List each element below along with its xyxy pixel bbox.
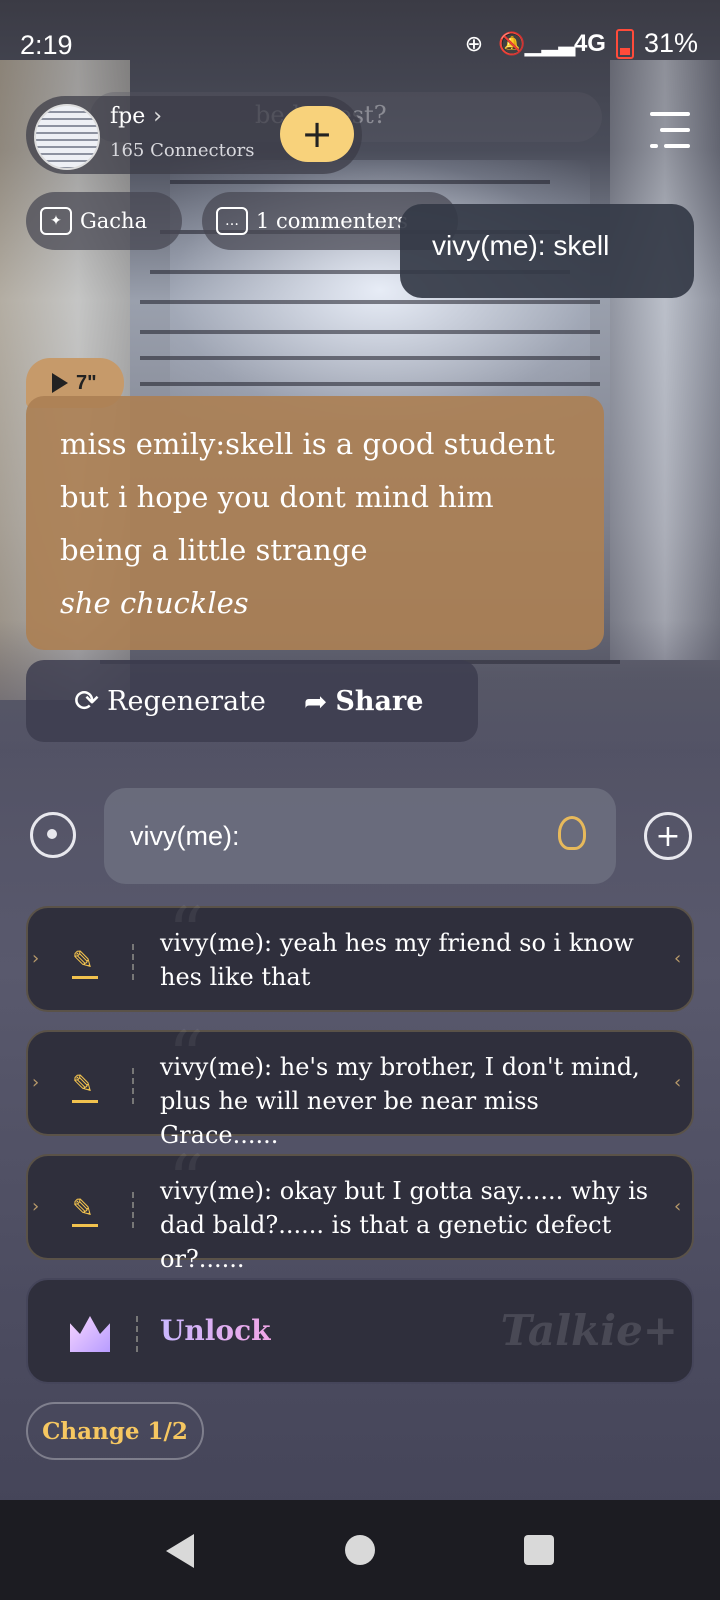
message-input-value: vivy(me): <box>130 821 240 851</box>
change-button[interactable]: Change 1/2 <box>26 1402 204 1460</box>
gacha-icon: ✦ <box>40 207 72 235</box>
ai-message-text: miss emily:skell is a good student but i… <box>60 427 555 567</box>
voice-input-icon[interactable] <box>30 812 76 858</box>
refresh-icon: ⟳ <box>74 683 100 719</box>
commenters-label: 1 commenters <box>256 209 408 233</box>
location-icon: ⊕ <box>464 30 484 56</box>
gacha-label: Gacha <box>80 209 148 233</box>
message-input[interactable]: vivy(me): <box>104 788 616 884</box>
suggestion-card[interactable]: › “ ✎ vivy(me): he's my brother, I don't… <box>26 1016 694 1149</box>
comment-icon: … <box>216 207 248 235</box>
home-icon[interactable] <box>345 1535 375 1565</box>
character-name: fpe <box>110 104 146 129</box>
ai-message-action: she chuckles <box>60 586 249 620</box>
battery-level: 31% <box>643 28 698 58</box>
status-bar: 2:19 ⊕ 🔕 ▁▂▃ 4G 31% <box>0 0 720 90</box>
share-button[interactable]: ➦ Share <box>304 685 424 718</box>
suggestion-text: vivy(me): he's my brother, I don't mind,… <box>160 1053 640 1149</box>
message-actions: ⟳ Regenerate ➦ Share <box>26 660 478 742</box>
unlock-label: Unlock <box>160 1314 271 1347</box>
suggestion-text: vivy(me): okay but I gotta say...... why… <box>160 1177 649 1273</box>
edit-pencil-icon[interactable]: ✎ <box>72 946 98 979</box>
mute-icon: 🔕 <box>498 30 526 56</box>
add-attachment-icon[interactable]: + <box>644 812 692 860</box>
character-avatar[interactable] <box>34 104 100 170</box>
crown-icon <box>70 1316 110 1352</box>
regenerate-button[interactable]: ⟳ Regenerate <box>74 684 266 719</box>
network-type: 4G <box>573 29 606 57</box>
edit-pencil-icon[interactable]: ✎ <box>72 1070 98 1103</box>
battery-icon <box>615 28 634 59</box>
share-label: Share <box>335 685 424 717</box>
suggestion-text: vivy(me): yeah hes my friend so i know h… <box>160 929 634 991</box>
edit-pencil-icon[interactable]: ✎ <box>72 1194 98 1227</box>
follow-plus-button[interactable]: + <box>280 106 354 162</box>
ai-message-bubble: miss emily:skell is a good student but i… <box>26 396 604 650</box>
status-icons: ⊕ 🔕 ▁▂▃ 4G 31% <box>460 28 698 59</box>
chevron-right-icon: › <box>153 104 163 129</box>
hint-bulb-icon[interactable] <box>558 816 586 850</box>
menu-icon[interactable] <box>650 112 690 154</box>
user-message-bubble: vivy(me): skell <box>400 204 694 298</box>
voice-duration: 7" <box>76 371 97 394</box>
character-name-row[interactable]: fpe › <box>110 104 162 129</box>
share-icon: ➦ <box>303 684 328 718</box>
talkie-plus-logo: Talkie+ <box>500 1306 678 1355</box>
status-time: 2:19 <box>20 30 73 60</box>
play-icon <box>52 373 68 393</box>
back-icon[interactable] <box>166 1534 194 1568</box>
unlock-card[interactable]: Unlock Talkie+ <box>26 1278 694 1384</box>
system-nav-bar <box>0 1500 720 1600</box>
gacha-chip[interactable]: ✦ Gacha <box>26 192 182 250</box>
suggestion-card[interactable]: › “ ✎ vivy(me): yeah hes my friend so i … <box>26 892 694 1012</box>
signal-icon: ▁▂▃ <box>524 30 576 56</box>
connectors-count: 165 Connectors <box>110 140 255 161</box>
recents-icon[interactable] <box>524 1535 554 1565</box>
suggestion-card[interactable]: › “ ✎ vivy(me): okay but I gotta say....… <box>26 1140 694 1273</box>
regenerate-label: Regenerate <box>107 685 266 717</box>
